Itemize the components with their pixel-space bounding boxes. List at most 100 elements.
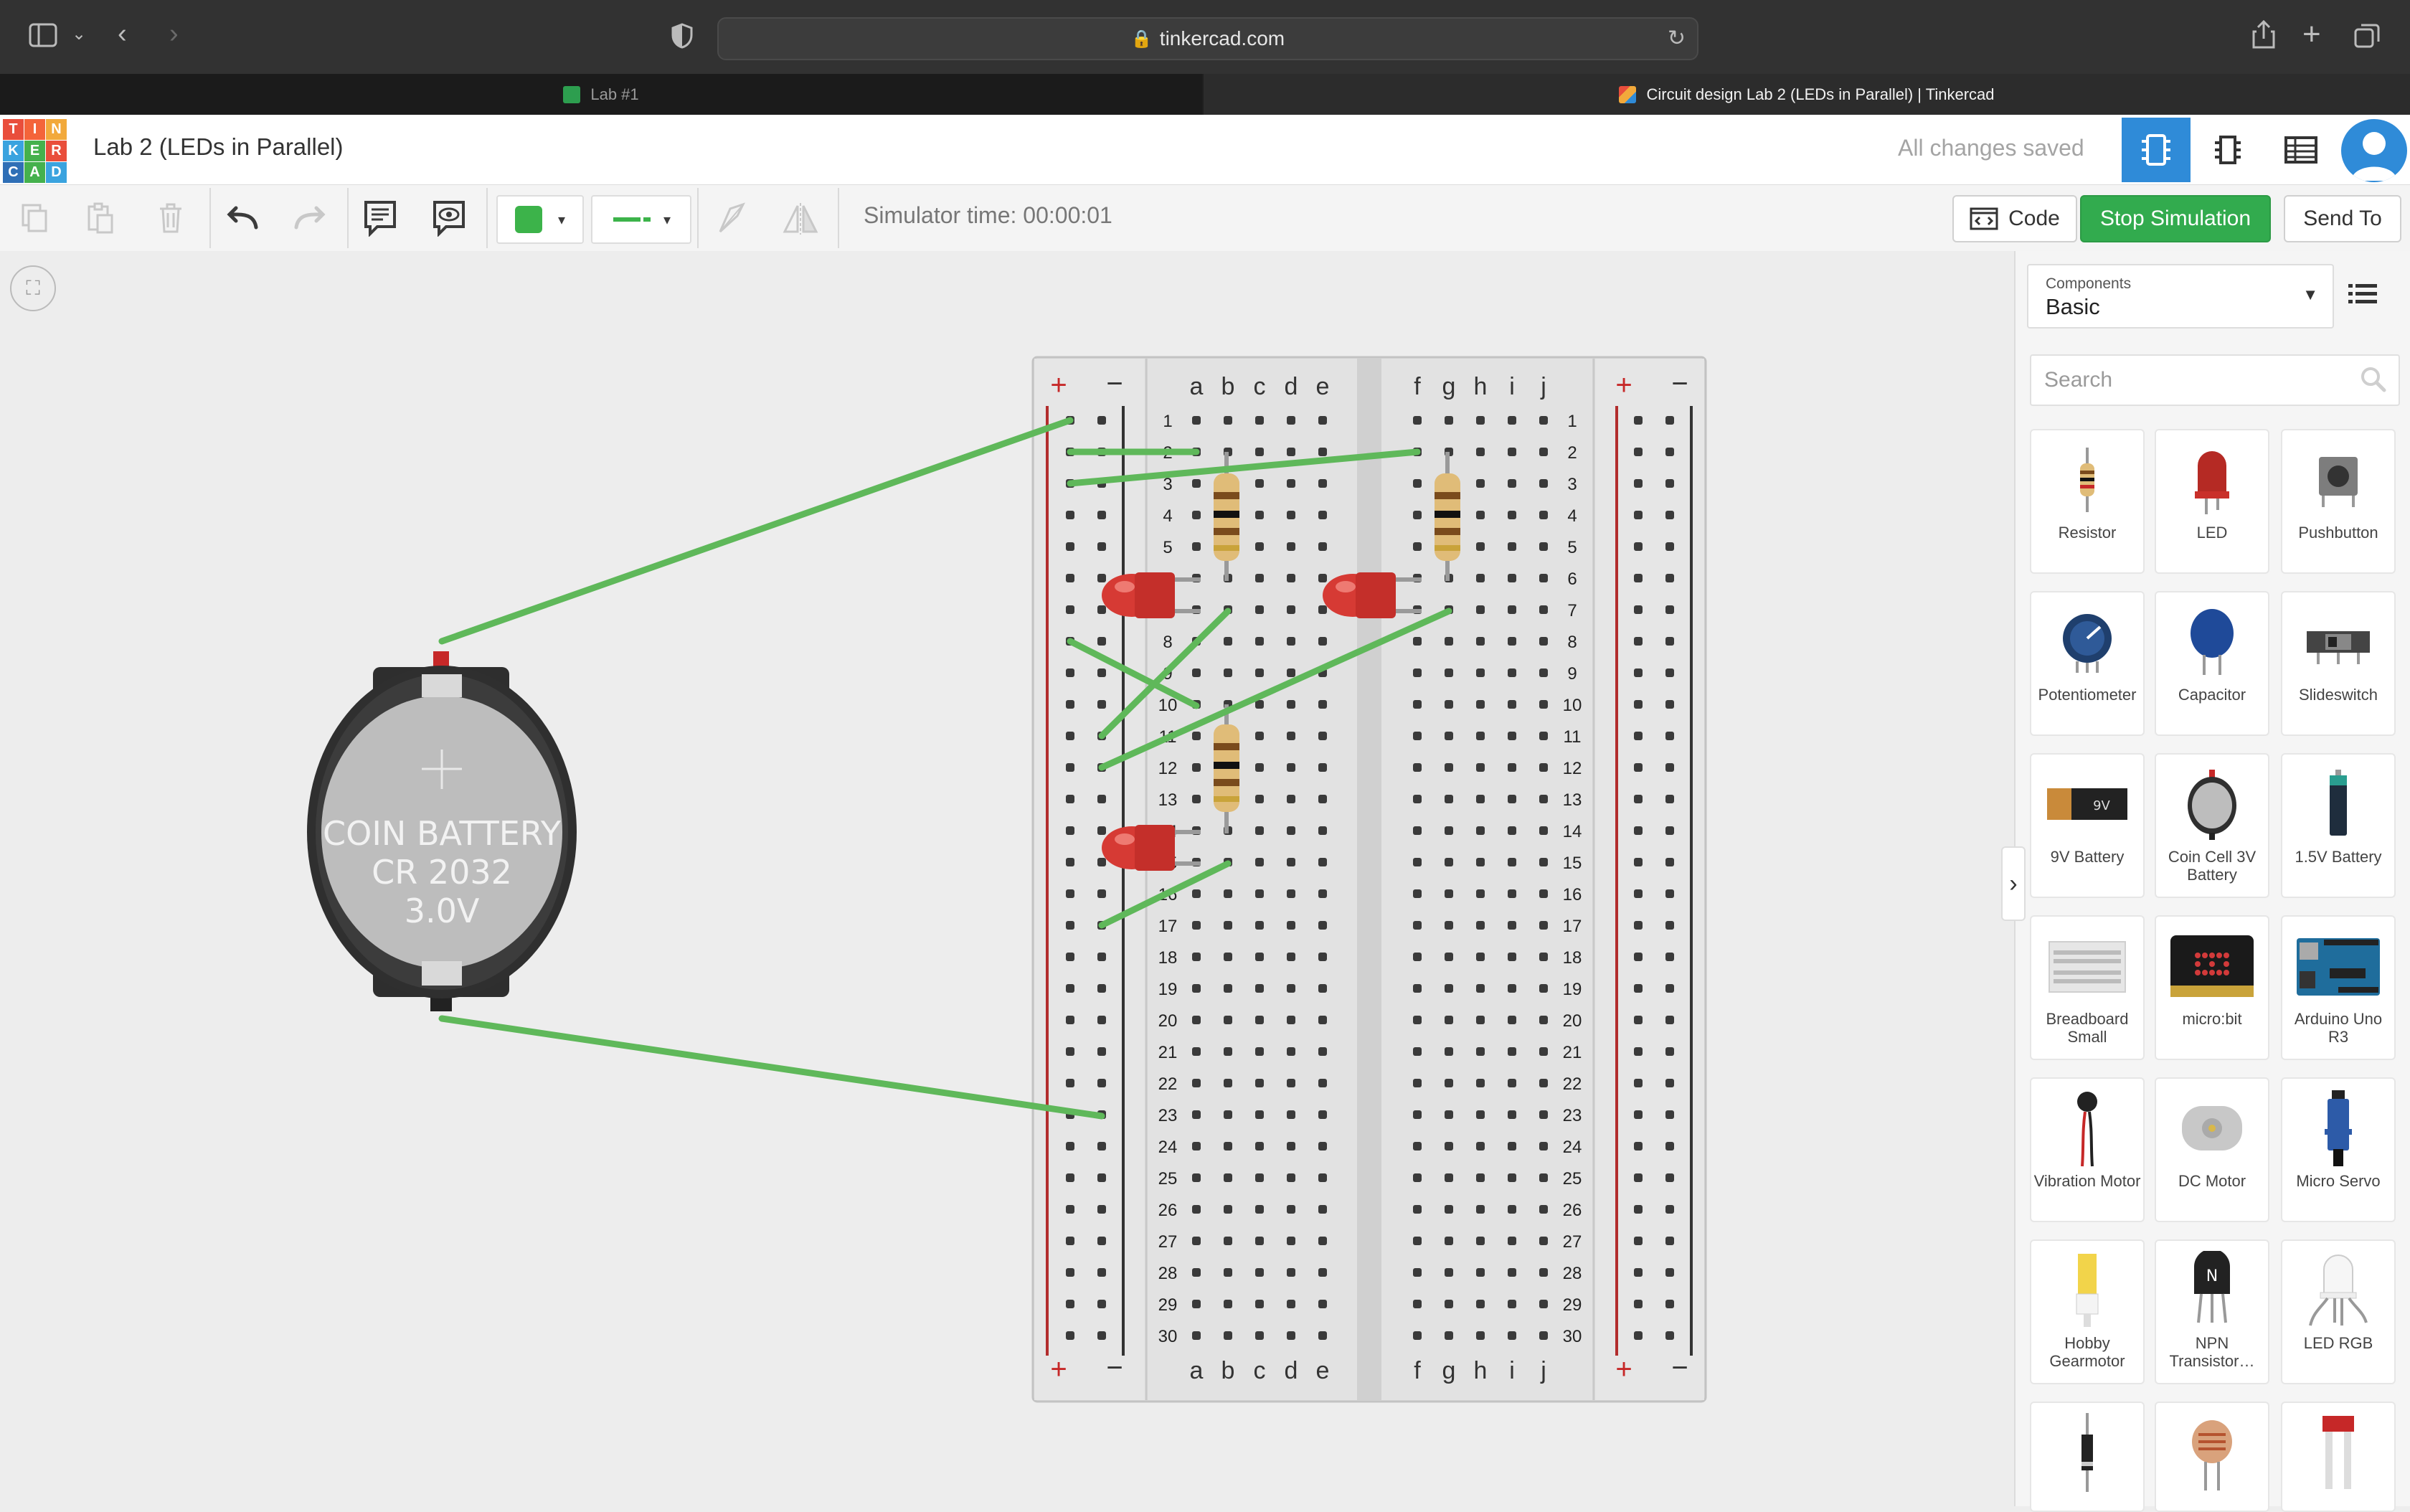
- list-view-icon[interactable]: [2347, 280, 2378, 308]
- breadboard-hole[interactable]: [1634, 1205, 1643, 1214]
- breadboard-hole[interactable]: [1066, 889, 1074, 898]
- breadboard-hole[interactable]: [1445, 1016, 1453, 1024]
- breadboard-hole[interactable]: [1097, 1173, 1106, 1182]
- breadboard-hole[interactable]: [1287, 984, 1295, 993]
- breadboard-hole[interactable]: [1508, 1173, 1516, 1182]
- breadboard-hole[interactable]: [1224, 668, 1232, 677]
- component-micro-servo[interactable]: Micro Servo: [2281, 1077, 2396, 1222]
- breadboard-hole[interactable]: [1066, 1268, 1074, 1277]
- breadboard-hole[interactable]: [1255, 1205, 1264, 1214]
- breadboard-hole[interactable]: [1665, 732, 1674, 740]
- breadboard-hole[interactable]: [1192, 416, 1201, 425]
- breadboard-hole[interactable]: [1634, 763, 1643, 772]
- breadboard-hole[interactable]: [1508, 1142, 1516, 1150]
- breadboard-hole[interactable]: [1413, 542, 1422, 551]
- breadboard-hole[interactable]: [1255, 574, 1264, 582]
- breadboard-hole[interactable]: [1665, 1173, 1674, 1182]
- breadboard-hole[interactable]: [1066, 668, 1074, 677]
- breadboard-hole[interactable]: [1634, 416, 1643, 425]
- component-led-rgb[interactable]: LED RGB: [2281, 1239, 2396, 1384]
- breadboard-hole[interactable]: [1192, 921, 1201, 930]
- breadboard-hole[interactable]: [1413, 858, 1422, 866]
- breadboard-hole[interactable]: [1665, 1331, 1674, 1340]
- breadboard-hole[interactable]: [1413, 1205, 1422, 1214]
- breadboard-hole[interactable]: [1413, 921, 1422, 930]
- breadboard-hole[interactable]: [1508, 637, 1516, 646]
- breadboard-hole[interactable]: [1508, 1016, 1516, 1024]
- breadboard-hole[interactable]: [1066, 511, 1074, 519]
- user-avatar[interactable]: [2341, 119, 2407, 182]
- breadboard-hole[interactable]: [1287, 1300, 1295, 1308]
- tab-overview-icon[interactable]: [2354, 23, 2380, 54]
- breadboard-hole[interactable]: [1413, 416, 1422, 425]
- breadboard-hole[interactable]: [1634, 542, 1643, 551]
- breadboard-hole[interactable]: [1097, 1268, 1106, 1277]
- breadboard-hole[interactable]: [1476, 732, 1485, 740]
- breadboard-hole[interactable]: [1066, 1047, 1074, 1056]
- breadboard-hole[interactable]: [1445, 1300, 1453, 1308]
- breadboard-hole[interactable]: [1508, 416, 1516, 425]
- breadboard-hole[interactable]: [1287, 700, 1295, 709]
- breadboard-hole[interactable]: [1445, 1331, 1453, 1340]
- breadboard-hole[interactable]: [1224, 1110, 1232, 1119]
- breadboard-hole[interactable]: [1634, 1016, 1643, 1024]
- breadboard-hole[interactable]: [1192, 1173, 1201, 1182]
- breadboard-hole[interactable]: [1634, 1110, 1643, 1119]
- breadboard-hole[interactable]: [1413, 889, 1422, 898]
- breadboard-hole[interactable]: [1445, 795, 1453, 803]
- breadboard-hole[interactable]: [1255, 921, 1264, 930]
- breadboard-hole[interactable]: [1508, 921, 1516, 930]
- breadboard-hole[interactable]: [1508, 479, 1516, 488]
- breadboard-hole[interactable]: [1318, 1047, 1327, 1056]
- breadboard-hole[interactable]: [1508, 984, 1516, 993]
- breadboard-hole[interactable]: [1634, 574, 1643, 582]
- breadboard-hole[interactable]: [1255, 1237, 1264, 1245]
- breadboard-hole[interactable]: [1508, 668, 1516, 677]
- breadboard-hole[interactable]: [1318, 511, 1327, 519]
- component-capacitor[interactable]: Capacitor: [2155, 591, 2269, 736]
- breadboard-hole[interactable]: [1224, 1142, 1232, 1150]
- breadboard-hole[interactable]: [1665, 984, 1674, 993]
- breadboard-hole[interactable]: [1508, 858, 1516, 866]
- breadboard-hole[interactable]: [1539, 953, 1548, 961]
- breadboard-hole[interactable]: [1255, 1016, 1264, 1024]
- breadboard-hole[interactable]: [1445, 921, 1453, 930]
- breadboard-hole[interactable]: [1665, 1110, 1674, 1119]
- breadboard-hole[interactable]: [1318, 637, 1327, 646]
- breadboard-hole[interactable]: [1539, 1268, 1548, 1277]
- breadboard-hole[interactable]: [1192, 1237, 1201, 1245]
- breadboard-hole[interactable]: [1413, 795, 1422, 803]
- breadboard-hole[interactable]: [1445, 668, 1453, 677]
- breadboard-hole[interactable]: [1097, 795, 1106, 803]
- breadboard-hole[interactable]: [1665, 511, 1674, 519]
- breadboard-hole[interactable]: [1665, 605, 1674, 614]
- breadboard-hole[interactable]: [1097, 668, 1106, 677]
- breadboard-hole[interactable]: [1192, 542, 1201, 551]
- breadboard-hole[interactable]: [1255, 700, 1264, 709]
- circuit-view-button[interactable]: [2122, 118, 2191, 182]
- breadboard-hole[interactable]: [1192, 953, 1201, 961]
- breadboard-hole[interactable]: [1634, 1300, 1643, 1308]
- breadboard-hole[interactable]: [1476, 1237, 1485, 1245]
- breadboard-hole[interactable]: [1318, 542, 1327, 551]
- breadboard-hole[interactable]: [1066, 1205, 1074, 1214]
- breadboard-hole[interactable]: [1066, 1142, 1074, 1150]
- component-pushbutton[interactable]: Pushbutton: [2281, 429, 2396, 574]
- breadboard-hole[interactable]: [1476, 921, 1485, 930]
- breadboard-hole[interactable]: [1634, 668, 1643, 677]
- breadboard-hole[interactable]: [1476, 574, 1485, 582]
- breadboard-hole[interactable]: [1539, 1016, 1548, 1024]
- breadboard-hole[interactable]: [1097, 1331, 1106, 1340]
- breadboard-hole[interactable]: [1287, 1331, 1295, 1340]
- breadboard-hole[interactable]: [1255, 732, 1264, 740]
- breadboard-hole[interactable]: [1192, 984, 1201, 993]
- breadboard-hole[interactable]: [1665, 574, 1674, 582]
- breadboard-hole[interactable]: [1445, 1110, 1453, 1119]
- breadboard-hole[interactable]: [1476, 668, 1485, 677]
- breadboard-hole[interactable]: [1066, 1331, 1074, 1340]
- breadboard-hole[interactable]: [1476, 479, 1485, 488]
- breadboard-hole[interactable]: [1287, 416, 1295, 425]
- breadboard-hole[interactable]: [1318, 889, 1327, 898]
- breadboard-hole[interactable]: [1413, 1331, 1422, 1340]
- breadboard-hole[interactable]: [1255, 984, 1264, 993]
